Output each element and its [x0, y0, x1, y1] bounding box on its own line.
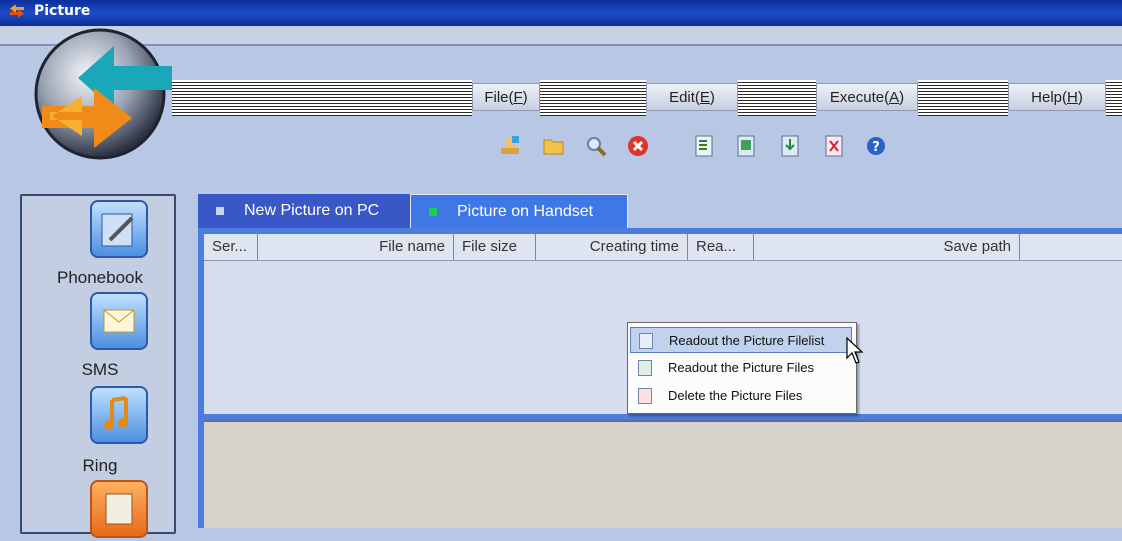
menu-execute[interactable]: Execute(A) [816, 83, 918, 111]
phonebook-icon[interactable] [90, 200, 148, 258]
readout-filelist-icon[interactable] [690, 132, 718, 160]
header-stripe [540, 80, 646, 116]
tab-label: Picture on Handset [457, 203, 594, 220]
sidebar-item-ring[interactable]: Ring [22, 456, 178, 476]
menu-item-readout-filelist[interactable]: Readout the Picture Filelist [630, 327, 852, 353]
readout-files-icon [638, 360, 652, 376]
table-header: Ser... File name File size Creating time… [204, 234, 1122, 261]
sidebar-item-sms[interactable]: SMS [22, 360, 178, 380]
download-icon[interactable] [776, 132, 804, 160]
header-stripe [738, 80, 816, 116]
ring-icon[interactable] [90, 386, 148, 444]
tab-indicator [216, 207, 224, 215]
help-icon[interactable]: ? [862, 132, 890, 160]
sidebar-item-phonebook[interactable]: Phonebook [22, 268, 178, 288]
menu-edit[interactable]: Edit(E) [646, 83, 738, 111]
mouse-cursor-icon [846, 336, 864, 364]
title-bar: Picture [0, 0, 1122, 26]
sidebar: Phonebook SMS Ring [20, 194, 178, 538]
app-icon [10, 5, 24, 18]
search-icon[interactable] [582, 132, 610, 160]
header-stripe [918, 80, 1008, 116]
svg-text:?: ? [872, 140, 880, 155]
column-header-read[interactable]: Rea... [688, 234, 754, 260]
picture-icon[interactable] [90, 480, 148, 538]
window-title: Picture [34, 3, 91, 19]
column-header-serial[interactable]: Ser... [204, 234, 258, 260]
menu-help[interactable]: Help(H) [1008, 83, 1106, 111]
delete-icon[interactable] [624, 132, 652, 160]
column-header-save-path[interactable]: Save path [754, 234, 1020, 260]
header-stripe [1106, 80, 1122, 116]
tab-indicator [429, 208, 437, 216]
header-stripe [172, 80, 472, 116]
menu-file[interactable]: File(F) [472, 83, 540, 111]
tab-new-picture-on-pc[interactable]: New Picture on PC [198, 194, 410, 228]
tab-label: New Picture on PC [244, 202, 380, 219]
tab-bar: New Picture on PC Picture on Handset [198, 194, 1122, 228]
column-header-creating-time[interactable]: Creating time [536, 234, 688, 260]
column-header-file-name[interactable]: File name [258, 234, 454, 260]
app-logo [34, 28, 172, 160]
menu-item-delete-files[interactable]: Delete the Picture Files [630, 383, 852, 409]
delete-files-icon[interactable] [820, 132, 848, 160]
preview-panel [204, 420, 1122, 528]
new-user-icon[interactable] [496, 132, 524, 160]
readout-files-icon[interactable] [732, 132, 760, 160]
readout-filelist-icon [639, 333, 653, 349]
column-header-file-size[interactable]: File size [454, 234, 536, 260]
open-folder-icon[interactable] [540, 132, 568, 160]
sms-icon[interactable] [90, 292, 148, 350]
context-menu: Readout the Picture Filelist Readout the… [627, 322, 857, 414]
menu-item-readout-files[interactable]: Readout the Picture Files [630, 355, 852, 381]
delete-files-icon [638, 388, 652, 404]
tab-picture-on-handset[interactable]: Picture on Handset [410, 194, 628, 228]
